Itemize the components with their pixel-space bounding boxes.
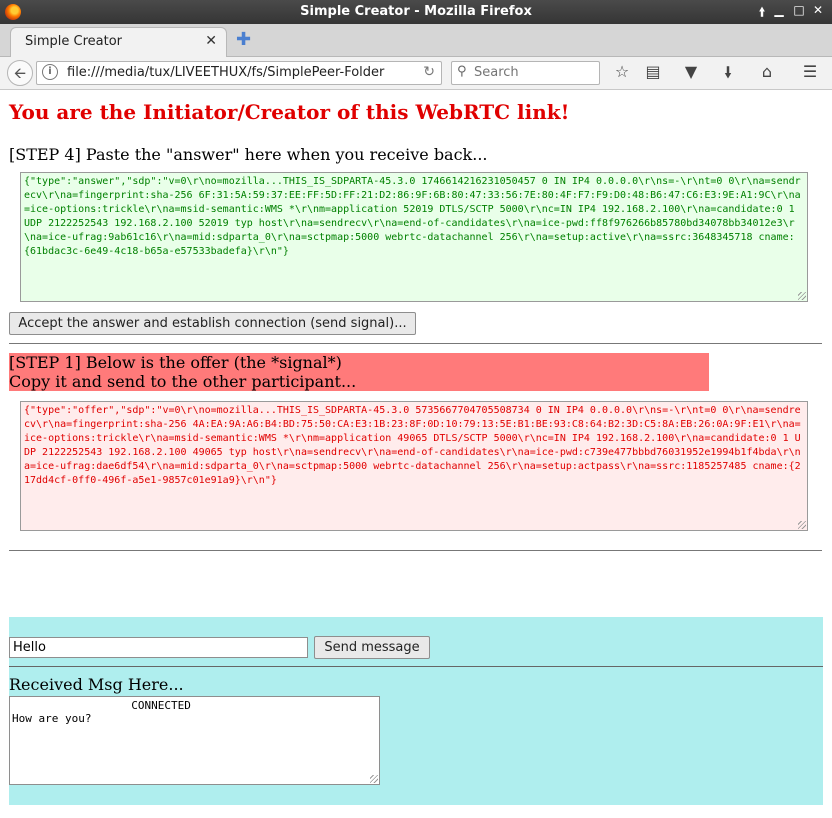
url-bar[interactable]: i file:///media/tux/LIVEETHUX/fs/SimpleP… — [36, 61, 442, 85]
offer-textarea[interactable]: {"type":"offer","sdp":"v=0\r\no=mozilla.… — [20, 401, 808, 531]
tab-bar: Simple Creator ✕ ✚ — [0, 24, 832, 57]
accept-answer-button[interactable]: Accept the answer and establish connecti… — [9, 312, 416, 335]
window-titlebar: Simple Creator - Mozilla Firefox 🠙 ▁ □ ✕ — [0, 0, 832, 24]
message-input[interactable] — [9, 637, 308, 658]
info-icon[interactable]: i — [42, 64, 58, 80]
answer-resize-grip-icon[interactable] — [798, 292, 806, 300]
menu-hamburger-icon[interactable]: ☰ — [799, 62, 821, 81]
page-content: You are the Initiator/Creator of this We… — [0, 90, 832, 818]
window-up-icon[interactable]: 🠙 — [754, 3, 770, 24]
send-message-button[interactable]: Send message — [314, 636, 430, 659]
tab-simple-creator[interactable]: Simple Creator ✕ — [10, 27, 227, 57]
step1-line2: Copy it and send to the other participan… — [9, 372, 357, 391]
page-heading: You are the Initiator/Creator of this We… — [9, 100, 570, 124]
maximize-icon[interactable]: □ — [791, 3, 807, 17]
received-resize-grip-icon[interactable] — [370, 775, 378, 783]
chat-panel: Send message Received Msg Here... CONNEC… — [9, 617, 823, 805]
tab-close-icon[interactable]: ✕ — [205, 33, 217, 49]
search-icon: ⚲ — [457, 64, 467, 79]
download-icon[interactable]: 🠛 — [717, 62, 739, 89]
minimize-icon[interactable]: ▁ — [771, 3, 787, 17]
step1-banner: [STEP 1] Below is the offer (the *signal… — [9, 353, 709, 391]
divider — [9, 343, 822, 344]
window-title: Simple Creator - Mozilla Firefox — [300, 4, 532, 19]
reload-icon[interactable]: ↻ — [423, 64, 435, 80]
step1-line1: [STEP 1] Below is the offer (the *signal… — [9, 353, 342, 372]
pocket-icon[interactable]: ▼ — [680, 62, 702, 81]
tab-label: Simple Creator — [25, 34, 123, 49]
window-close-icon[interactable]: ✕ — [810, 3, 826, 17]
bookmarks-list-icon[interactable]: ▤ — [642, 62, 664, 81]
navigation-toolbar: 🡨 i file:///media/tux/LIVEETHUX/fs/Simpl… — [0, 57, 832, 90]
new-tab-icon[interactable]: ✚ — [236, 29, 251, 50]
bookmark-star-icon[interactable]: ☆ — [611, 62, 633, 81]
back-arrow-icon[interactable]: 🡨 — [7, 60, 33, 86]
home-icon[interactable]: ⌂ — [756, 62, 778, 81]
search-bar[interactable]: ⚲ — [451, 61, 600, 85]
received-label: Received Msg Here... — [9, 675, 184, 694]
url-text[interactable]: file:///media/tux/LIVEETHUX/fs/SimplePee… — [67, 65, 411, 80]
divider — [9, 666, 823, 667]
step4-label: [STEP 4] Paste the "answer" here when yo… — [9, 145, 488, 164]
received-messages-textarea[interactable]: CONNECTED How are you? — [9, 696, 380, 785]
divider — [9, 550, 822, 551]
answer-textarea[interactable]: {"type":"answer","sdp":"v=0\r\no=mozilla… — [20, 172, 808, 302]
offer-resize-grip-icon[interactable] — [798, 521, 806, 529]
search-input[interactable] — [474, 64, 592, 80]
